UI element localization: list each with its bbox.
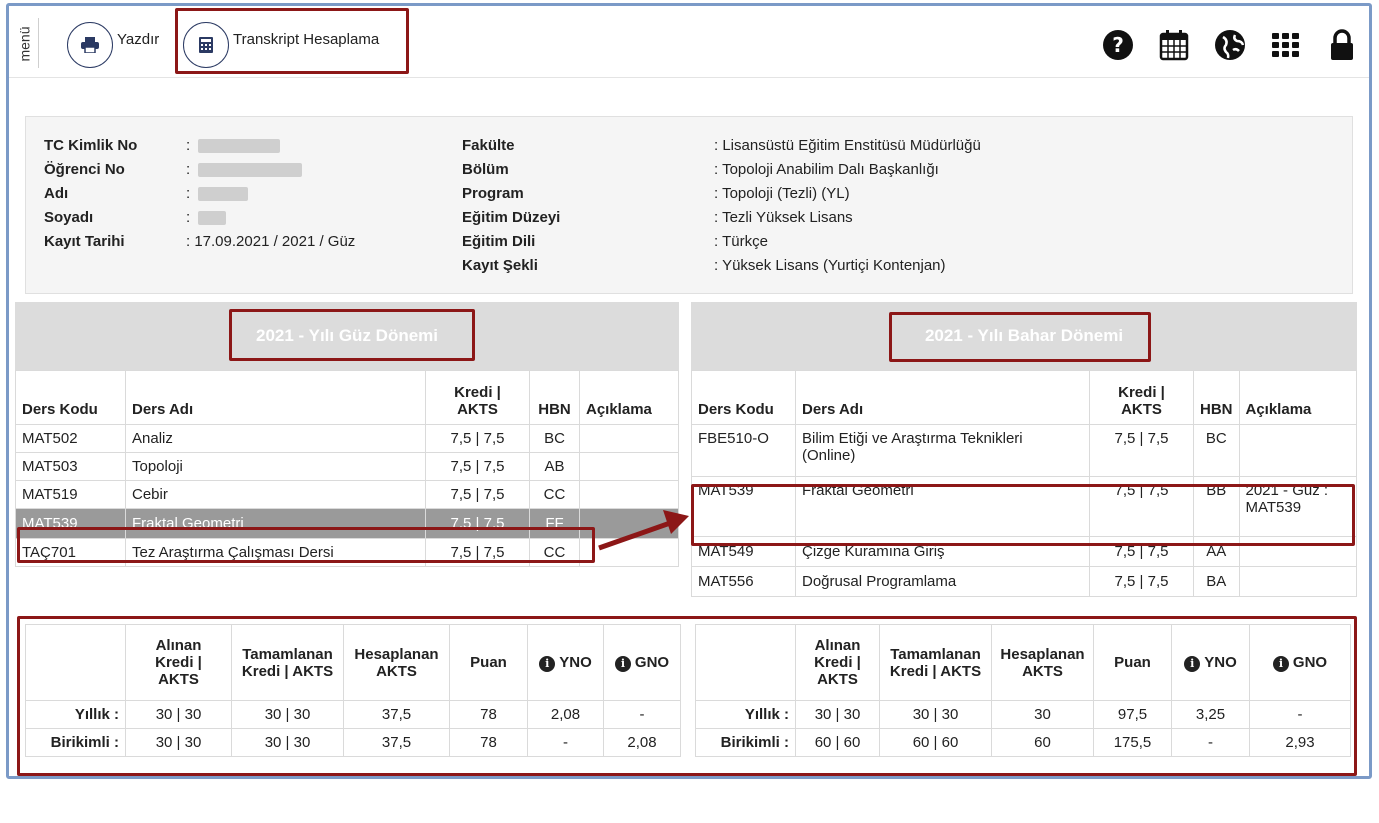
col-ders-kodu: Ders Kodu	[15, 370, 126, 425]
course-kredi: 7,5 | 7,5	[425, 452, 530, 481]
label-kayit-tarihi: Kayıt Tarihi	[44, 233, 125, 250]
course-hbn: CC	[529, 480, 580, 509]
table-header-row: Ders Kodu Ders Adı Kredi | AKTS HBN Açıkl…	[15, 370, 679, 425]
top-toolbar: menü Yazdır Transkript Hesaplama ?	[9, 6, 1369, 78]
value-program: : Topoloji (Tezli) (YL)	[714, 185, 850, 202]
course-hbn: BC	[529, 424, 580, 453]
sep-adi: :	[186, 185, 191, 202]
menu-label: menü	[16, 26, 33, 62]
course-note	[579, 424, 679, 453]
course-note	[579, 452, 679, 481]
sep-soyadi: :	[186, 209, 191, 226]
course-name: Cebir	[125, 480, 426, 509]
col-ders-adi: Ders Adı	[125, 370, 426, 425]
course-note	[1238, 424, 1357, 477]
sep-tc: :	[186, 137, 191, 154]
label-adi: Adı	[44, 185, 69, 202]
course-kredi: 7,5 | 7,5	[1089, 424, 1194, 477]
col-ders-adi: Ders Adı	[795, 370, 1090, 425]
header-icon-group: ?	[1101, 28, 1359, 62]
course-hbn: BC	[1193, 424, 1240, 477]
course-name: Doğrusal Programlama	[795, 566, 1090, 597]
value-kayit-tarihi: : 17.09.2021 / 2021 / Güz	[186, 233, 356, 250]
col-aciklama: Açıklama	[1238, 370, 1357, 425]
course-code: FBE510-O	[691, 424, 796, 477]
label-fakulte: Fakülte	[462, 137, 515, 154]
calendar-icon[interactable]	[1157, 28, 1191, 62]
highlight-box-spring-title	[889, 312, 1151, 362]
highlight-box-retaken-course	[691, 484, 1355, 546]
student-info-panel: TC Kimlik No Öğrenci No Adı Soyadı Kayıt…	[25, 116, 1353, 294]
table-row[interactable]: MAT503 Topoloji 7,5 | 7,5 AB	[15, 452, 679, 481]
col-ders-kodu: Ders Kodu	[691, 370, 796, 425]
course-note	[1238, 566, 1357, 597]
table-row[interactable]: MAT519 Cebir 7,5 | 7,5 CC	[15, 480, 679, 509]
table-row[interactable]: FBE510-O Bilim Etiği ve Araştırma Teknik…	[691, 424, 1357, 477]
label-tc-kimlik: TC Kimlik No	[44, 137, 138, 154]
highlight-box-summary	[17, 616, 1357, 776]
print-icon	[81, 37, 99, 53]
value-fakulte: : Lisansüstü Eğitim Enstitüsü Müdürlüğü	[714, 137, 981, 154]
course-name: Analiz	[125, 424, 426, 453]
app-frame: menü Yazdır Transkript Hesaplama ? TC Ki…	[6, 3, 1372, 779]
course-name: Bilim Etiği ve Araştırma Teknikleri (Onli…	[795, 424, 1090, 477]
col-hbn: HBN	[529, 370, 580, 425]
highlight-box-failed-course	[17, 527, 595, 563]
course-name: Topoloji	[125, 452, 426, 481]
menu-toggle[interactable]: menü	[15, 18, 39, 68]
course-kredi: 7,5 | 7,5	[1089, 566, 1194, 597]
table-row[interactable]: MAT502 Analiz 7,5 | 7,5 BC	[15, 424, 679, 453]
highlight-box-fall-title	[229, 309, 475, 361]
label-bolum: Bölüm	[462, 161, 509, 178]
col-hbn: HBN	[1193, 370, 1240, 425]
course-hbn: AB	[529, 452, 580, 481]
label-program: Program	[462, 185, 524, 202]
globe-icon[interactable]	[1213, 28, 1247, 62]
label-kayit-sekli: Kayıt Şekli	[462, 257, 538, 274]
redacted-soyadi	[198, 211, 226, 225]
help-icon[interactable]: ?	[1101, 28, 1135, 62]
label-ogrenci-no: Öğrenci No	[44, 161, 125, 178]
redacted-tc	[198, 139, 280, 153]
course-hbn: BA	[1193, 566, 1240, 597]
col-kredi: Kredi | AKTS	[1089, 370, 1194, 425]
value-egitim-dili: : Türkçe	[714, 233, 768, 250]
course-code: MAT519	[15, 480, 126, 509]
value-bolum: : Topoloji Anabilim Dalı Başkanlığı	[714, 161, 939, 178]
course-kredi: 7,5 | 7,5	[425, 480, 530, 509]
label-egitim-dili: Eğitim Dili	[462, 233, 536, 250]
print-button[interactable]	[67, 22, 113, 68]
col-aciklama: Açıklama	[579, 370, 679, 425]
highlight-box-toolbar	[175, 8, 409, 74]
lock-icon[interactable]	[1325, 28, 1359, 62]
sep-ogrenci: :	[186, 161, 191, 178]
course-code: MAT502	[15, 424, 126, 453]
redacted-adi	[198, 187, 248, 201]
course-kredi: 7,5 | 7,5	[425, 424, 530, 453]
print-label[interactable]: Yazdır	[117, 31, 159, 48]
value-kayit-sekli: : Yüksek Lisans (Yurtiçi Kontenjan)	[714, 257, 946, 274]
svg-text:?: ?	[1112, 33, 1124, 57]
col-kredi: Kredi | AKTS	[425, 370, 530, 425]
grid-icon[interactable]	[1269, 28, 1303, 62]
arrow-icon	[598, 510, 689, 551]
label-soyadi: Soyadı	[44, 209, 94, 226]
course-code: MAT556	[691, 566, 796, 597]
table-row[interactable]: MAT556 Doğrusal Programlama 7,5 | 7,5 BA	[691, 566, 1357, 597]
table-header-row: Ders Kodu Ders Adı Kredi | AKTS HBN Açıkl…	[691, 370, 1357, 425]
redacted-ogrenci-no	[198, 163, 302, 177]
course-code: MAT503	[15, 452, 126, 481]
label-egitim-duzeyi: Eğitim Düzeyi	[462, 209, 561, 226]
value-egitim-duzeyi: : Tezli Yüksek Lisans	[714, 209, 853, 226]
